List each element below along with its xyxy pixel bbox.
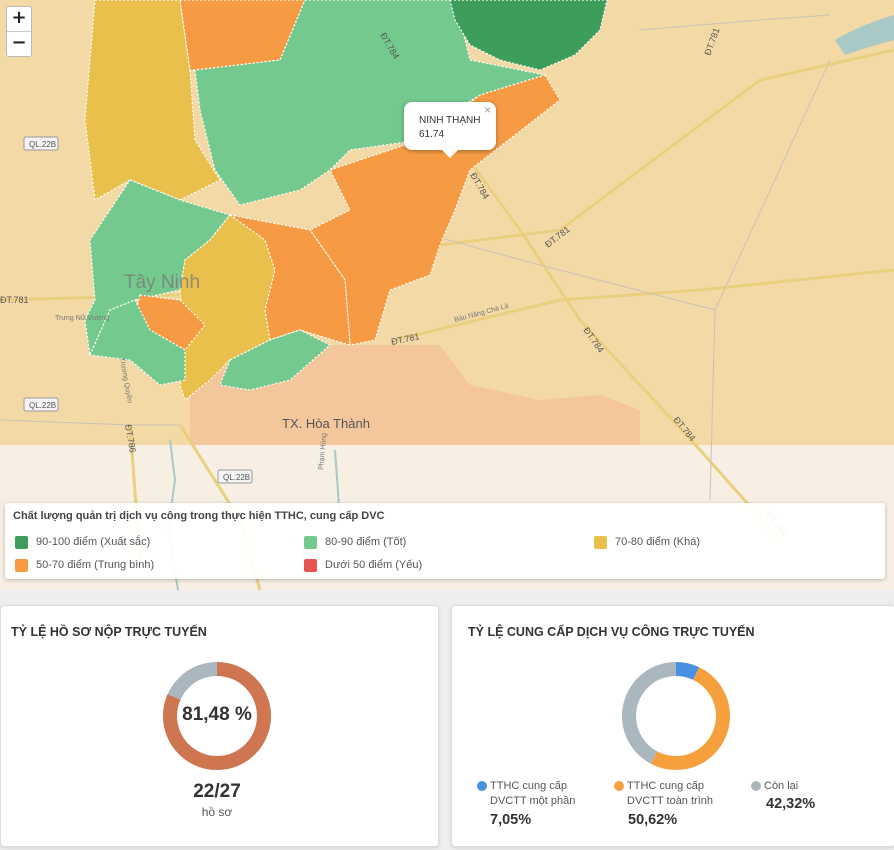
- legend-swatch: [594, 535, 607, 549]
- dot-icon: [477, 781, 487, 792]
- town-label: TX. Hòa Thành: [282, 416, 370, 431]
- legend-swatch: [304, 535, 317, 549]
- submission-percent: 81,48 %: [182, 704, 252, 725]
- online-service-card: TỶ LỆ CUNG CẤP DỊCH VỤ CÔNG TRỰC TUYẾN T…: [451, 605, 894, 847]
- service-donut: [622, 662, 730, 770]
- legend-item-xuat-sac: 90-100 điểm (Xuất sắc): [15, 535, 150, 549]
- label-trung-nu: Trưng Nữ Vương: [55, 315, 109, 322]
- legend-swatch: [304, 558, 317, 572]
- label-dt781-west: ĐT.781: [0, 295, 29, 305]
- zoom-in-button[interactable]: +: [7, 7, 31, 31]
- district-popup: × NINH THẠNH 61.74: [404, 102, 496, 158]
- pct-partial: 7,05%: [490, 812, 532, 828]
- popup-district-name: NINH THẠNH: [419, 115, 481, 126]
- legend-item-kha: 70-80 điểm (Khá): [594, 535, 700, 549]
- zoom-out-button[interactable]: −: [7, 31, 31, 56]
- legend-item-trung-binh: 50-70 điểm (Trung bình): [15, 558, 154, 572]
- online-submission-title: TỶ LỆ HỒ SƠ NỘP TRỰC TUYẾN: [11, 625, 207, 639]
- city-label: Tây Ninh: [124, 272, 200, 293]
- map-canvas[interactable]: QL.22B QL.22B QL.22B ĐT.781 ĐT.781 ĐT.78…: [0, 0, 894, 590]
- online-submission-card: TỶ LỆ HỒ SƠ NỘP TRỰC TUYẾN 81,48 % 22/27…: [0, 605, 439, 847]
- legend-remaining: Còn lại: [751, 779, 798, 794]
- legend-item-yeu: Dưới 50 điểm (Yếu): [304, 558, 422, 572]
- legend-swatch: [15, 535, 28, 549]
- shield-ql22b-2: QL.22B: [29, 401, 56, 410]
- map-legend: Chất lượng quản trị dịch vụ công trong t…: [5, 503, 885, 579]
- legend-swatch: [15, 558, 28, 572]
- zoom-control: + −: [6, 6, 32, 57]
- legend-partial: TTHC cung cấp DVCTT một phần: [477, 779, 575, 809]
- shield-ql22b-1: QL.22B: [29, 140, 56, 149]
- district-map[interactable]: QL.22B QL.22B QL.22B ĐT.781 ĐT.781 ĐT.78…: [0, 0, 894, 590]
- online-service-title: TỶ LỆ CUNG CẤP DỊCH VỤ CÔNG TRỰC TUYẾN: [468, 625, 755, 639]
- dot-icon: [751, 781, 761, 792]
- submission-unit: hồ sơ: [201, 805, 233, 819]
- legend-title: Chất lượng quản trị dịch vụ công trong t…: [13, 510, 385, 522]
- popup-district-score: 61.74: [419, 129, 445, 140]
- popup-close-button[interactable]: ×: [484, 103, 491, 117]
- pct-remaining: 42,32%: [766, 796, 816, 812]
- legend-item-tot: 80-90 điểm (Tốt): [304, 535, 406, 549]
- shield-ql22b-3: QL.22B: [223, 473, 250, 482]
- dot-icon: [614, 781, 624, 792]
- legend-full: TTHC cung cấp DVCTT toàn trình: [614, 779, 713, 809]
- submission-count: 22/27: [193, 781, 241, 802]
- pct-full: 50,62%: [628, 812, 678, 828]
